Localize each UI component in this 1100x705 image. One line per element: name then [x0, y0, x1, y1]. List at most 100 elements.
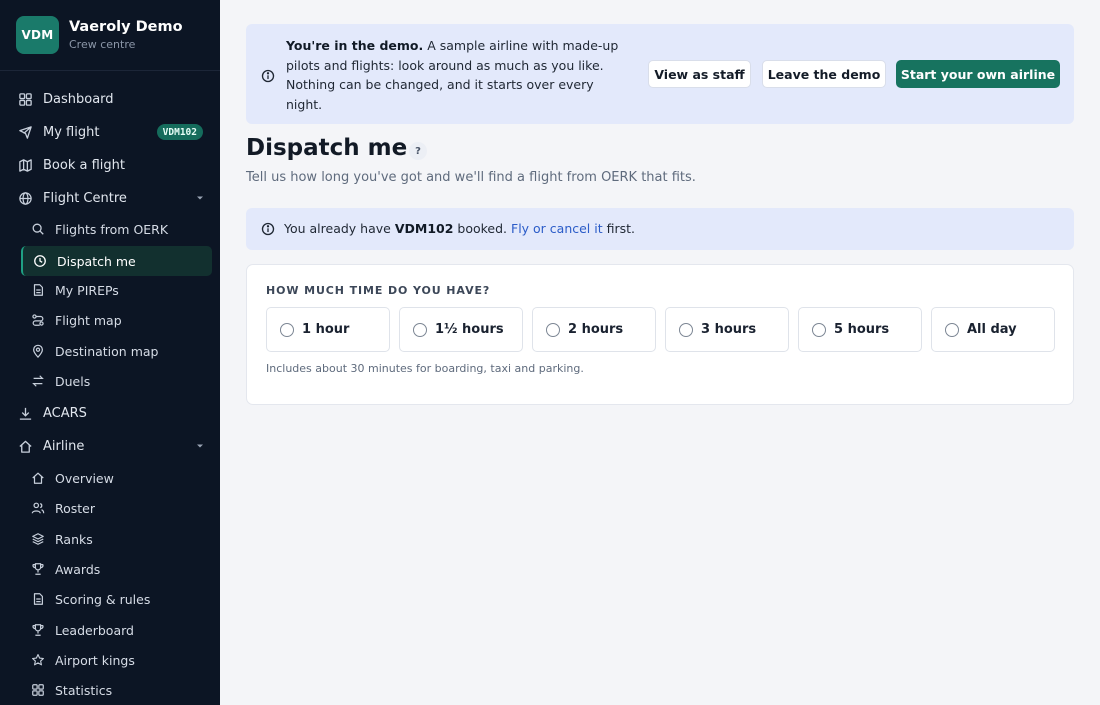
sidebar-item-acars[interactable]: ACARS [0, 398, 220, 428]
time-footnote: Includes about 30 minutes for boarding, … [266, 362, 584, 375]
view-as-staff-button[interactable]: View as staff [648, 60, 751, 88]
time-option-label: 2 hours [568, 322, 624, 337]
sidebar-item-book-a-flight[interactable]: Book a flight [0, 150, 220, 180]
time-option-label: 1½ hours [435, 322, 504, 337]
sidebar-item-flight-map[interactable]: Flight map [0, 305, 220, 335]
star-icon [30, 652, 46, 668]
sidebar-item-label: Destination map [55, 343, 159, 359]
route-icon [30, 312, 46, 328]
time-option-5-hours[interactable]: 5 hours [798, 307, 922, 352]
brand-header[interactable]: VDM Vaeroly Demo Crew centre [0, 0, 220, 71]
sidebar-item-label: Overview [55, 470, 114, 486]
sidebar-item-label: Flight Centre [43, 190, 127, 206]
sidebar-item-label: Ranks [55, 531, 93, 547]
sidebar-item-leaderboard[interactable]: Leaderboard [0, 615, 220, 645]
document-icon [30, 591, 46, 607]
radio-button[interactable] [945, 322, 959, 337]
pin-icon [30, 343, 46, 359]
notice-text: You already have VDM102 booked. Fly or c… [284, 221, 635, 236]
sidebar-item-statistics[interactable]: Statistics [0, 675, 220, 705]
brand-subtitle: Crew centre [69, 38, 136, 51]
demo-banner-text: You're in the demo. A sample airline wit… [286, 36, 631, 114]
search-icon [30, 221, 46, 237]
sidebar-item-duels[interactable]: Duels [0, 366, 220, 396]
radio-button[interactable] [413, 322, 427, 337]
sidebar-item-roster[interactable]: Roster [0, 493, 220, 523]
chevron-down-icon [195, 440, 205, 455]
sidebar-item-dashboard[interactable]: Dashboard [0, 84, 220, 114]
time-question-heading: HOW MUCH TIME DO YOU HAVE? [266, 284, 491, 297]
grid-icon [30, 682, 46, 698]
sidebar-group-flight-centre[interactable]: Flight Centre [0, 183, 220, 213]
time-option-3-hours[interactable]: 3 hours [665, 307, 789, 352]
radio-button[interactable] [679, 322, 693, 337]
sidebar-item-label: Flights from OERK [55, 221, 169, 237]
sidebar-item-airport-kings[interactable]: Airport kings [0, 645, 220, 675]
users-icon [30, 500, 46, 516]
time-available-card: HOW MUCH TIME DO YOU HAVE? 1 hour 1½ hou… [246, 264, 1074, 405]
demo-banner: You're in the demo. A sample airline wit… [246, 24, 1074, 124]
trophy-icon [30, 622, 46, 638]
trophy-icon [30, 561, 46, 577]
booked-flight-number: VDM102 [394, 221, 454, 236]
time-option-label: 1 hour [302, 322, 350, 337]
radio-button[interactable] [280, 322, 294, 337]
radio-button[interactable] [546, 322, 560, 337]
sidebar-item-ranks[interactable]: Ranks [0, 524, 220, 554]
sidebar-item-label: Airline [43, 438, 85, 454]
plane-icon [17, 124, 33, 140]
sidebar-item-label: My flight [43, 124, 100, 140]
brand-logo: VDM [16, 16, 59, 54]
radio-button[interactable] [812, 322, 826, 337]
sidebar-item-label: Dispatch me [57, 253, 136, 269]
sidebar-item-my-flight[interactable]: My flight VDM102 [0, 117, 220, 147]
notice-pre: You already have [284, 221, 395, 236]
info-icon [261, 221, 275, 240]
time-option-label: 3 hours [701, 322, 757, 337]
page-subtitle: Tell us how long you've got and we'll fi… [246, 170, 696, 185]
map-icon [17, 157, 33, 173]
download-icon [17, 405, 33, 421]
swap-icon [30, 373, 46, 389]
sidebar-item-flights-from-oerk[interactable]: Flights from OERK [0, 214, 220, 244]
sidebar-item-awards[interactable]: Awards [0, 554, 220, 584]
time-option-label: 5 hours [834, 322, 890, 337]
document-icon [30, 282, 46, 298]
time-option-2-hours[interactable]: 2 hours [532, 307, 656, 352]
fly-or-cancel-link[interactable]: Fly or cancel it [511, 221, 603, 236]
sidebar-item-label: Scoring & rules [55, 591, 151, 607]
sidebar-item-label: Duels [55, 373, 91, 389]
sidebar-item-label: Roster [55, 500, 96, 516]
help-icon[interactable]: ? [409, 142, 427, 160]
sidebar-item-label: ACARS [43, 405, 87, 421]
sidebar: VDM Vaeroly Demo Crew centre Dashboard M… [0, 0, 220, 705]
sidebar-item-label: Awards [55, 561, 101, 577]
home-icon [17, 438, 33, 454]
existing-booking-notice: You already have VDM102 booked. Fly or c… [246, 208, 1074, 250]
sidebar-group-airline[interactable]: Airline [0, 431, 220, 461]
globe-icon [17, 190, 33, 206]
sidebar-item-label: My PIREPs [55, 282, 119, 298]
start-own-airline-button[interactable]: Start your own airline [896, 60, 1060, 88]
info-icon [261, 68, 275, 87]
time-option-all-day[interactable]: All day [931, 307, 1055, 352]
sidebar-item-dispatch-me[interactable]: Dispatch me [21, 246, 212, 276]
brand-name: Vaeroly Demo [69, 19, 183, 35]
sidebar-item-destination-map[interactable]: Destination map [0, 336, 220, 366]
sidebar-item-my-pireps[interactable]: My PIREPs [0, 275, 220, 305]
sidebar-item-label: Airport kings [55, 652, 135, 668]
dashboard-icon [17, 91, 33, 107]
sidebar-item-label: Dashboard [43, 91, 114, 107]
sidebar-item-overview[interactable]: Overview [0, 463, 220, 493]
sidebar-item-scoring-rules[interactable]: Scoring & rules [0, 584, 220, 614]
notice-post: first. [602, 221, 636, 236]
time-option-1-hour[interactable]: 1 hour [266, 307, 390, 352]
home-icon [30, 470, 46, 486]
layers-icon [30, 531, 46, 547]
time-option-label: All day [967, 322, 1017, 337]
sidebar-item-label: Leaderboard [55, 622, 134, 638]
sidebar-item-label: Statistics [55, 682, 113, 698]
leave-demo-button[interactable]: Leave the demo [762, 60, 886, 88]
clock-icon [32, 253, 48, 269]
time-option-1-5-hours[interactable]: 1½ hours [399, 307, 523, 352]
